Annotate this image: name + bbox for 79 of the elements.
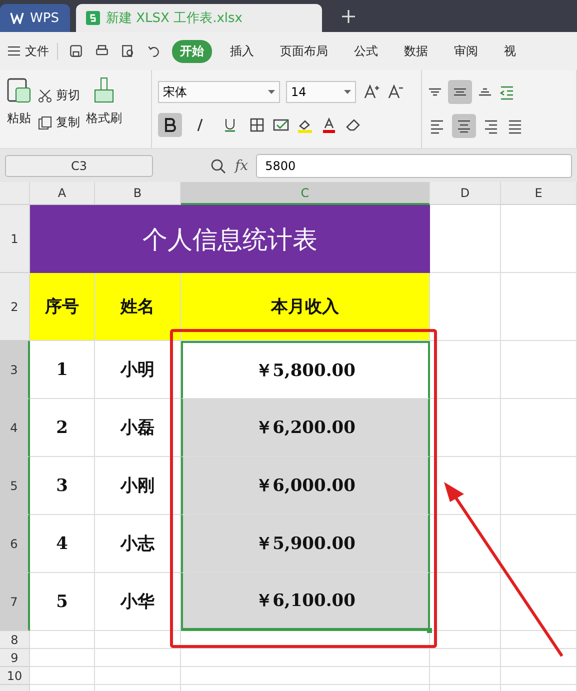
insert-function-button[interactable]: fx	[235, 158, 248, 174]
menu-icon	[8, 46, 20, 56]
bold-button[interactable]	[158, 113, 182, 137]
borders-icon	[248, 116, 266, 134]
font-size-field[interactable]: 14	[286, 81, 356, 103]
empty-cell: 3	[30, 457, 95, 515]
empty-cell: 姓名	[95, 273, 181, 341]
empty-cell: 小华	[95, 573, 181, 631]
column-header[interactable]: A	[30, 182, 95, 205]
empty-cell: 2	[30, 399, 95, 457]
clipboard-icon	[6, 76, 32, 104]
row-header[interactable]: 2	[0, 273, 30, 341]
column-header[interactable]: E	[501, 182, 577, 205]
brush-icon	[92, 76, 116, 104]
align-center-button[interactable]	[452, 114, 476, 138]
menu-tab[interactable]: 公式	[346, 40, 386, 62]
empty-cell: 小志	[95, 515, 181, 573]
italic-icon	[195, 118, 205, 132]
caret-icon	[344, 90, 351, 94]
cut-button[interactable]: 剪切	[38, 87, 80, 104]
menu-tab[interactable]: 视	[496, 40, 524, 62]
empty-cell: 小明	[95, 341, 181, 399]
scissors-icon	[38, 88, 52, 102]
empty-cell: 个人信息统计表	[30, 205, 430, 273]
align-bottom-icon	[478, 88, 492, 96]
row-header[interactable]: 8	[0, 631, 30, 649]
menu-tab[interactable]: 页面布局	[272, 40, 336, 62]
column-header[interactable]: D	[430, 182, 501, 205]
underline-icon	[224, 118, 236, 132]
empty-cell: 5	[30, 573, 95, 631]
paste-button[interactable]: 粘贴	[6, 76, 32, 142]
align-center-icon	[457, 119, 471, 133]
menu-tab[interactable]: 开始	[172, 40, 212, 62]
search-icon	[209, 156, 227, 174]
caret-icon	[268, 90, 275, 94]
row-header[interactable]: 4	[0, 399, 30, 457]
home-tab[interactable]: WPS	[0, 4, 70, 32]
menu-tab[interactable]: 数据	[396, 40, 436, 62]
empty-cell: 1	[30, 341, 95, 399]
column-header[interactable]: B	[95, 182, 181, 205]
empty-cell: ￥5,900.00	[181, 515, 430, 573]
empty-cell: 小刚	[95, 457, 181, 515]
align-top-icon	[428, 88, 442, 96]
row-header[interactable]: 3	[0, 341, 30, 399]
row-header[interactable]: 7	[0, 573, 30, 631]
empty-cell: 小磊	[95, 399, 181, 457]
align-middle-button[interactable]	[448, 80, 472, 104]
shrink-font-icon	[386, 83, 404, 101]
font-name-field[interactable]: 宋体	[158, 81, 280, 103]
empty-cell: ￥5,800.00	[181, 341, 430, 399]
grow-font-icon	[362, 83, 380, 101]
bold-icon	[164, 118, 176, 132]
copy-button[interactable]: 复制	[38, 114, 80, 131]
empty-cell: 4	[30, 515, 95, 573]
formula-input[interactable]: 5800	[256, 154, 572, 178]
row-header[interactable]: 10	[0, 667, 30, 685]
empty-cell: ￥6,200.00	[181, 399, 430, 457]
empty-cell: ￥6,100.00	[181, 573, 430, 631]
format-painter-button[interactable]: 格式刷	[86, 76, 122, 142]
empty-cell: 序号	[30, 273, 95, 341]
menu-tab[interactable]: 审阅	[446, 40, 486, 62]
empty-cell: ￥6,000.00	[181, 457, 430, 515]
file-menu[interactable]: 文件	[8, 42, 58, 60]
copy-icon	[38, 116, 52, 130]
menu-tab[interactable]: 插入	[222, 40, 262, 62]
row-header[interactable]: 6	[0, 515, 30, 573]
row-header[interactable]: 9	[0, 649, 30, 667]
new-tab-icon[interactable]	[342, 10, 355, 23]
name-box[interactable]: C3	[5, 154, 153, 176]
wps-logo-icon	[10, 12, 24, 24]
row-header[interactable]: 1	[0, 205, 30, 273]
sheet-file-icon	[86, 11, 100, 25]
save-icon	[68, 43, 84, 59]
font-color-icon	[320, 116, 338, 134]
empty-cell: 本月收入	[181, 273, 430, 341]
preview-icon	[120, 43, 136, 59]
align-middle-icon	[453, 86, 467, 98]
fill-handle[interactable]	[427, 628, 432, 633]
row-header[interactable]: 5	[0, 457, 30, 515]
